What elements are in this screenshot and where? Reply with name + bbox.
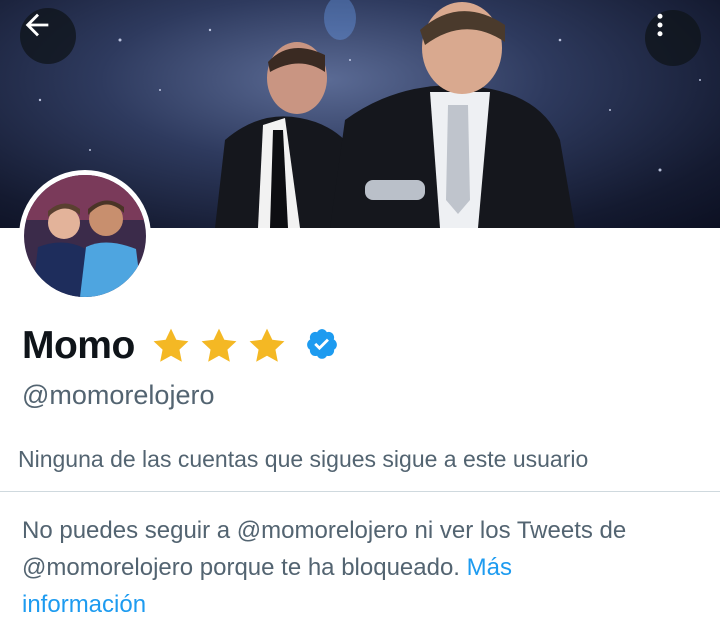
more-options-button[interactable] <box>645 10 701 66</box>
verified-badge-icon[interactable] <box>305 327 339 366</box>
back-button[interactable] <box>20 8 76 64</box>
star-icon <box>249 328 285 362</box>
blocked-notice: No puedes seguir a @momorelojero ni ver … <box>22 512 642 623</box>
star-icon <box>201 328 237 362</box>
followers-you-know: Ninguna de las cuentas que sigues sigue … <box>18 446 589 472</box>
divider <box>0 491 720 492</box>
star-badges <box>149 324 289 368</box>
display-name: Momo <box>22 324 135 367</box>
profile-name-row: Momo <box>22 320 339 372</box>
arrow-left-icon <box>25 13 49 37</box>
blocked-notice-text: No puedes seguir a @momorelojero ni ver … <box>22 517 627 581</box>
profile-handle: @momorelojero <box>22 380 215 410</box>
avatar[interactable] <box>19 170 151 302</box>
star-icon <box>153 328 189 362</box>
more-vertical-icon <box>657 13 663 37</box>
avatar-photo <box>24 175 146 297</box>
